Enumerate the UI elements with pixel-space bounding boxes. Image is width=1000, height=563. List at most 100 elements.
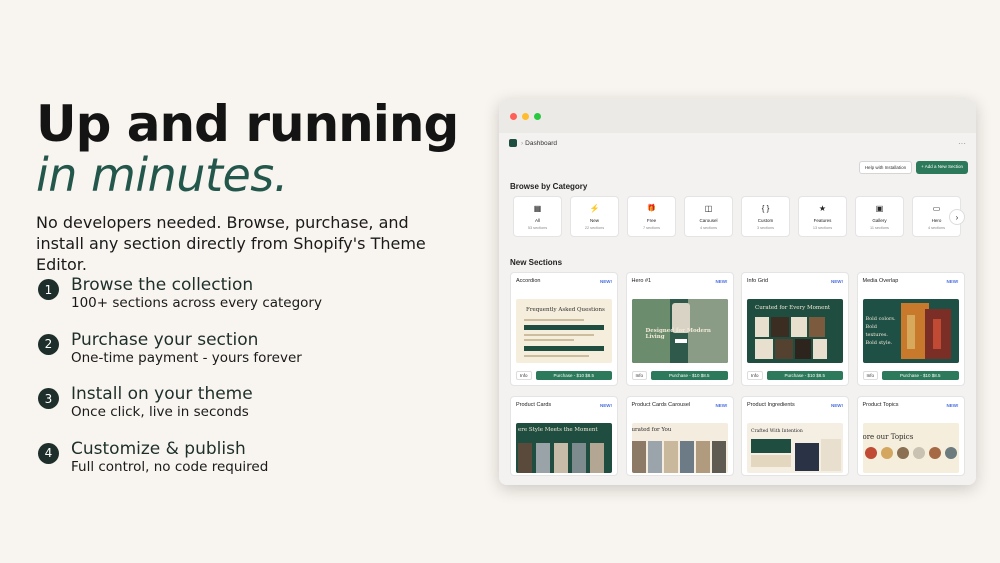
category-count: 13 sections — [812, 225, 833, 230]
info-button[interactable]: Info — [862, 370, 879, 380]
category-count: 4 sections — [927, 225, 946, 230]
hero-icon: ▭ — [932, 203, 941, 213]
preview-title: Designed for Modern Living — [645, 328, 711, 340]
section-card-grid: Accordion NEW! Frequently Asked Questions… — [510, 272, 965, 476]
card-preview-image: Designed for Modern Living — [631, 299, 728, 363]
chevron-right-icon[interactable]: › — [949, 209, 965, 225]
category-count: 53 sections — [527, 225, 548, 230]
section-card-hero[interactable]: Hero #1 NEW! Designed for Modern Living I… — [625, 272, 734, 386]
card-title: Hero #1 — [631, 278, 652, 284]
preview-title: Frequently Asked Questions — [526, 307, 605, 313]
new-badge: NEW! — [715, 402, 728, 408]
step-title: Browse the collection — [71, 275, 254, 295]
maximize-window-icon[interactable] — [534, 112, 541, 120]
preview-title: Curated for Every Moment — [755, 305, 831, 311]
breadcrumb-dashboard[interactable]: Dashboard — [525, 140, 557, 147]
steps-list: 1 Browse the collection 100+ sections ac… — [38, 276, 458, 494]
category-free[interactable]: 🎁 Free 7 sections — [627, 196, 676, 237]
card-preview-image: Frequently Asked Questions — [516, 299, 612, 363]
category-name: All — [534, 217, 540, 223]
card-preview-image: Bold colors. Bold textures. Bold style. — [862, 299, 959, 363]
info-button[interactable]: Info — [631, 370, 648, 380]
category-gallery[interactable]: ▣ Gallery 11 sections — [855, 196, 904, 237]
preview-title: Crafted With Intention — [751, 429, 803, 434]
category-count: 3 sections — [756, 225, 775, 230]
more-options-icon[interactable]: ··· — [958, 139, 966, 148]
info-button[interactable]: Info — [516, 370, 532, 380]
help-installation-button[interactable]: Help with Installation — [858, 161, 913, 174]
card-title: Product Topics — [862, 402, 899, 408]
info-button[interactable]: Info — [747, 370, 763, 380]
close-window-icon[interactable] — [510, 112, 517, 120]
purchase-button[interactable]: Purchase - $10 $8.5 — [535, 370, 612, 380]
breadcrumb-separator-icon: › — [521, 139, 524, 147]
step-item: 2 Purchase your section One-time payment… — [38, 329, 458, 386]
preview-title: urated for You — [631, 427, 672, 433]
new-sections-heading: New Sections — [510, 258, 563, 267]
preview-title: ore our Topics — [862, 433, 914, 441]
step-number-badge: 2 — [38, 333, 59, 355]
hero-subtitle: in minutes. — [36, 148, 288, 202]
grid-icon: ▦ — [533, 203, 542, 213]
step-item: 1 Browse the collection 100+ sections ac… — [38, 276, 458, 331]
purchase-button[interactable]: Purchase - $10 $8.5 — [882, 370, 959, 380]
carousel-icon: ◫ — [704, 203, 713, 213]
card-preview-image: ere Style Meets the Moment — [516, 423, 612, 473]
category-carousel[interactable]: ◫ Carousel 4 sections — [684, 196, 733, 237]
category-name: New — [589, 217, 599, 223]
new-badge: NEW! — [946, 278, 959, 284]
category-name: Free — [646, 217, 657, 223]
gift-icon: 🎁 — [647, 204, 656, 212]
section-card-info-grid[interactable]: Info Grid NEW! Curated for Every Moment I… — [741, 272, 849, 386]
step-title: Purchase your section — [71, 329, 259, 350]
step-item: 4 Customize & publish Full control, no c… — [38, 438, 458, 495]
category-count: 11 sections — [870, 225, 889, 230]
app-window: › Dashboard ··· Help with Installation +… — [499, 99, 976, 485]
section-card-media-overlap[interactable]: Media Overlap NEW! Bold colors. Bold text… — [856, 272, 965, 386]
step-number-badge: 4 — [38, 442, 59, 464]
step-number-badge: 3 — [38, 388, 59, 409]
section-card-product-cards-carousel[interactable]: Product Cards Carousel NEW! urated for Yo… — [625, 396, 734, 476]
new-badge: NEW! — [946, 402, 959, 408]
section-card-product-topics[interactable]: Product Topics NEW! ore our Topics — [856, 396, 965, 476]
card-preview-image: Crafted With Intention — [747, 423, 843, 473]
app-header: › Dashboard ··· — [499, 133, 976, 153]
card-title: Product Cards Carousel — [631, 402, 691, 408]
new-badge: NEW! — [715, 278, 728, 284]
section-card-product-cards[interactable]: Product Cards NEW! ere Style Meets the Mo… — [510, 396, 618, 476]
card-title: Accordion — [516, 278, 541, 284]
category-all[interactable]: ▦ All 53 sections — [513, 196, 562, 237]
category-custom[interactable]: { } Custom 3 sections — [741, 196, 790, 237]
app-logo-icon — [509, 139, 517, 147]
new-badge: NEW! — [831, 278, 843, 284]
preview-title: ere Style Meets the Moment — [518, 427, 598, 433]
app-content: › Dashboard ··· Help with Installation +… — [499, 133, 976, 485]
purchase-button[interactable]: Purchase - $10 $8.5 — [651, 370, 728, 380]
purchase-button[interactable]: Purchase - $10 $8.5 — [766, 370, 843, 380]
step-title: Install on your theme — [71, 384, 253, 404]
category-features[interactable]: ★ Features 13 sections — [798, 196, 847, 237]
card-title: Product Ingredients — [747, 402, 795, 408]
hero-title: Up and running — [36, 95, 459, 153]
image-icon: ▣ — [875, 203, 884, 213]
category-name: Features — [813, 217, 832, 223]
step-description: 100+ sections across every category — [71, 295, 322, 311]
card-title: Product Cards — [516, 402, 552, 408]
section-card-product-ingredients[interactable]: Product Ingredients NEW! Crafted With Int… — [741, 396, 849, 476]
step-title: Customize & publish — [71, 438, 246, 459]
card-title: Media Overlap — [862, 278, 899, 284]
section-card-accordion[interactable]: Accordion NEW! Frequently Asked Questions… — [510, 272, 618, 386]
lightning-icon: ⚡ — [589, 203, 600, 213]
header-actions: Help with Installation + Add a New Secti… — [858, 161, 968, 174]
category-name: Gallery — [872, 217, 887, 223]
add-section-button[interactable]: + Add a New Section — [916, 161, 968, 174]
category-name: Carousel — [699, 217, 718, 223]
new-badge: NEW! — [600, 402, 612, 408]
category-new[interactable]: ⚡ New 22 sections — [570, 196, 619, 237]
new-badge: NEW! — [831, 402, 843, 408]
step-item: 3 Install on your theme Once click, live… — [38, 385, 458, 440]
window-titlebar — [499, 99, 976, 133]
category-name: Custom — [757, 217, 774, 223]
card-preview-image: urated for You — [631, 423, 728, 473]
minimize-window-icon[interactable] — [522, 112, 529, 120]
